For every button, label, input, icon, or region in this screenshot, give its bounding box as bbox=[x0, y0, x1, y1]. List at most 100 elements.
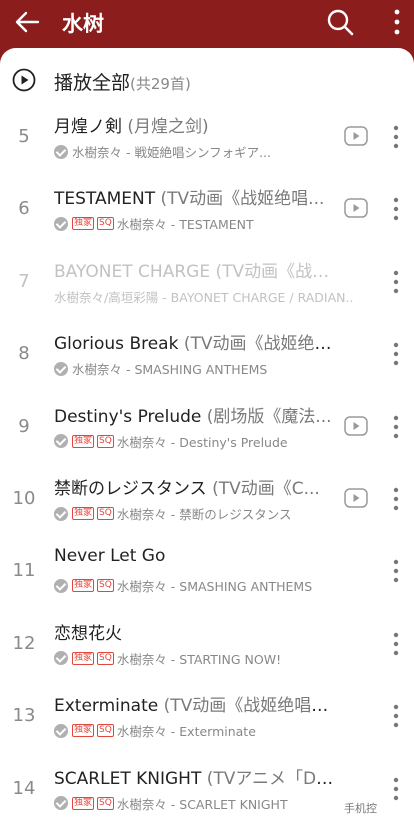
mv-play-icon[interactable] bbox=[344, 126, 368, 146]
song-meta: 水樹奈々/高垣彩陽 - BAYONET CHARGE / RADIAN... bbox=[54, 287, 354, 305]
song-title: 恋想花火 bbox=[54, 623, 122, 644]
song-subtitle: (月煌之剑) bbox=[122, 117, 209, 137]
verified-icon bbox=[54, 216, 68, 231]
verified-icon bbox=[54, 361, 68, 376]
more-menu-icon[interactable] bbox=[394, 8, 400, 36]
artist-album: 水樹奈々 - TESTAMENT bbox=[116, 217, 254, 233]
song-meta: 水樹奈々 - 戦姫絶唱シンフォギア... bbox=[54, 142, 354, 160]
song-title: SCARLET KNIGHT bbox=[54, 768, 202, 789]
song-more-icon[interactable] bbox=[392, 631, 400, 657]
song-title-line: 禁断のレジスタンス (TV动画《C... bbox=[54, 474, 336, 499]
play-all-icon bbox=[12, 68, 36, 92]
badge: SQ bbox=[97, 651, 114, 665]
badge: 独家 bbox=[72, 579, 95, 593]
song-title: BAYONET CHARGE bbox=[54, 261, 211, 282]
track-number: 7 bbox=[18, 270, 30, 292]
artist-album: 水樹奈々 - SMASHING ANTHEMS bbox=[116, 579, 313, 595]
top-bar: 水树 bbox=[0, 0, 414, 48]
track-number: 10 bbox=[12, 488, 36, 509]
song-title: 禁断のレジスタンス bbox=[54, 479, 207, 499]
song-meta: 独家 SQ 水樹奈々 - 禁断のレジスタンス bbox=[54, 504, 354, 522]
song-meta: 独家 SQ 水樹奈々 - Exterminate bbox=[54, 721, 354, 739]
badge: 独家 bbox=[72, 651, 95, 665]
artist-album: 水樹奈々 - SMASHING ANTHEMS bbox=[72, 362, 268, 378]
play-all-label: 播放全部(共29首) bbox=[54, 68, 191, 95]
song-title-line: Exterminate (TV动画《战姬绝唱SYMP... bbox=[54, 691, 336, 716]
badge: 独家 bbox=[72, 217, 95, 231]
song-more-icon[interactable] bbox=[392, 776, 400, 802]
song-more-icon[interactable] bbox=[392, 269, 400, 295]
mv-play-icon[interactable] bbox=[344, 488, 368, 508]
song-title-line: BAYONET CHARGE (TV动画《战姬绝唱... bbox=[54, 257, 336, 282]
song-row[interactable]: 11 Never Let Go 独家 SQ 水樹奈々 - SMASHING ANTHEM… bbox=[0, 536, 414, 608]
artist-album: 水樹奈々 - 戦姫絶唱シンフォギア... bbox=[72, 145, 272, 160]
verified-icon bbox=[54, 723, 68, 738]
search-icon[interactable] bbox=[326, 8, 354, 36]
back-arrow-icon[interactable] bbox=[14, 10, 40, 34]
song-title-line: SCARLET KNIGHT (TVアニメ「DOG DA... bbox=[54, 764, 336, 789]
badge: SQ bbox=[97, 796, 114, 810]
song-subtitle: (TV动画《C... bbox=[206, 479, 320, 499]
song-title: Exterminate bbox=[54, 696, 159, 717]
song-row[interactable]: 8 Glorious Break (TV动画《战姬绝唱GX... 水樹奈々 - SM… bbox=[0, 319, 414, 391]
track-number: 11 bbox=[12, 560, 36, 582]
song-more-icon[interactable] bbox=[392, 558, 400, 584]
verified-icon bbox=[54, 144, 68, 159]
artist-album: 水樹奈々 - STARTING NOW! bbox=[116, 651, 282, 667]
song-subtitle: (TV动画《战姬绝唱GX... bbox=[183, 334, 336, 355]
song-more-icon[interactable] bbox=[392, 486, 400, 512]
song-more-icon[interactable] bbox=[392, 124, 400, 150]
badge: 独家 bbox=[72, 796, 95, 810]
verified-icon bbox=[54, 578, 68, 593]
mv-play-icon[interactable] bbox=[344, 415, 368, 436]
song-subtitle: (剧场版《魔法... bbox=[201, 406, 332, 427]
artist-album: 水樹奈々 - Exterminate bbox=[116, 724, 256, 740]
song-meta: 独家 SQ 水樹奈々 - STARTING NOW! bbox=[54, 649, 354, 667]
page-title: 水树 bbox=[62, 12, 104, 36]
song-meta: 独家 SQ 水樹奈々 - TESTAMENT bbox=[54, 214, 354, 232]
song-row[interactable]: 6 TESTAMENT (TV动画《战姬绝唱... 独家 SQ 水樹奈々 - TESTA… bbox=[0, 174, 414, 246]
song-more-icon[interactable] bbox=[392, 341, 400, 367]
song-row[interactable]: 13 Exterminate (TV动画《战姬绝唱SYMP... 独家SQ水樹奈々 … bbox=[0, 681, 414, 753]
song-count: (共29首) bbox=[130, 75, 191, 93]
song-meta: 独家 SQ 水樹奈々 - SCARLET KNIGHT bbox=[54, 794, 354, 812]
badge: SQ bbox=[97, 507, 114, 520]
song-more-icon[interactable] bbox=[392, 703, 400, 729]
artist-album: 水樹奈々 - 禁断のレジスタンス bbox=[116, 507, 292, 522]
artist-album: 水樹奈々/高垣彩陽 - BAYONET CHARGE / RADIAN... bbox=[54, 289, 354, 305]
song-title-line: Destiny's Prelude (剧场版《魔法... bbox=[54, 402, 336, 427]
artist-album: 水樹奈々 - SCARLET KNIGHT bbox=[116, 796, 288, 812]
song-title-line: 恋想花火 bbox=[54, 619, 336, 644]
track-number: 13 bbox=[12, 705, 36, 727]
song-list-panel: 播放全部(共29首) 5 月煌ノ剣 (月煌之剑) 水樹奈々 - 戦姫絶唱シンフォギア… bbox=[0, 48, 414, 827]
song-row[interactable]: 10 禁断のレジスタンス (TV动画《C... 独家 SQ 水樹奈々 - 禁断のレジスタ… bbox=[0, 464, 414, 536]
verified-icon bbox=[54, 506, 68, 521]
song-meta: 水樹奈々 - SMASHING ANTHEMS bbox=[54, 359, 354, 377]
track-number: 8 bbox=[18, 343, 30, 365]
song-title-line: Never Let Go bbox=[54, 546, 336, 566]
song-more-icon[interactable] bbox=[392, 414, 400, 440]
song-meta: 独家 SQ 水樹奈々 - SMASHING ANTHEMS bbox=[54, 576, 354, 594]
song-row[interactable]: 5 月煌ノ剣 (月煌之剑) 水樹奈々 - 戦姫絶唱シンフォギア... bbox=[0, 102, 414, 174]
song-title-line: TESTAMENT (TV动画《战姬绝唱... bbox=[54, 184, 336, 209]
song-meta: 独家 SQ 水樹奈々 - Destiny's Prelude bbox=[54, 432, 354, 450]
song-more-icon[interactable] bbox=[392, 196, 400, 222]
song-title: 月煌ノ剣 bbox=[54, 117, 122, 137]
song-title: Destiny's Prelude bbox=[54, 406, 202, 427]
badge: 独家 bbox=[72, 434, 95, 448]
song-subtitle: (TVアニメ「DOG DA... bbox=[206, 768, 336, 789]
track-number: 5 bbox=[18, 126, 30, 147]
song-title-line: Glorious Break (TV动画《战姬绝唱GX... bbox=[54, 329, 336, 354]
play-all-button[interactable]: 播放全部(共29首) bbox=[0, 58, 414, 102]
badge: SQ bbox=[97, 434, 114, 448]
song-row[interactable]: 7 BAYONET CHARGE (TV动画《战姬绝唱... 水樹奈々/高垣彩陽 -… bbox=[0, 247, 414, 319]
song-row[interactable]: 12 恋想花火 独家 SQ 水樹奈々 - STARTING NOW! bbox=[0, 609, 414, 681]
song-subtitle: (TV动画《战姬绝唱SYMP... bbox=[163, 696, 336, 717]
mv-play-icon[interactable] bbox=[344, 198, 368, 219]
badge: 独家 bbox=[72, 507, 95, 520]
song-title-line: 月煌ノ剣 (月煌之剑) bbox=[54, 112, 336, 137]
song-row[interactable]: 9 Destiny's Prelude (剧场版《魔法... 独家 SQ 水樹奈々 - … bbox=[0, 392, 414, 464]
play-all-text: 播放全部 bbox=[54, 72, 131, 94]
verified-icon bbox=[54, 434, 68, 449]
badge: SQ bbox=[97, 217, 114, 231]
